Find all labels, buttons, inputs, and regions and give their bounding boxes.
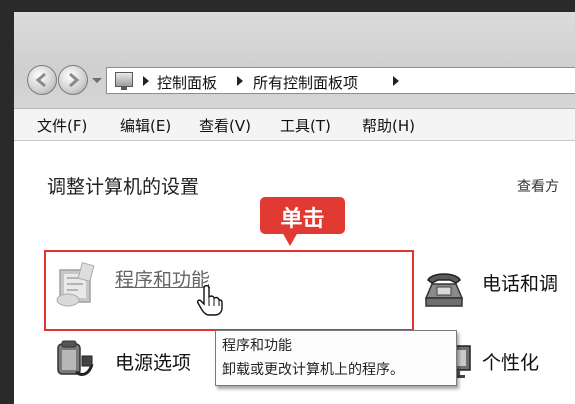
- callout-pointer: [282, 232, 298, 246]
- menu-edit[interactable]: 编辑(E): [120, 115, 171, 136]
- control-panel-icon: [115, 72, 133, 90]
- menu-view[interactable]: 查看(V): [199, 115, 251, 136]
- power-options-link[interactable]: 电源选项: [115, 348, 191, 375]
- tooltip-description: 卸载或更改计算机上的程序。: [222, 362, 404, 378]
- breadcrumb-arrow-icon[interactable]: [143, 76, 149, 86]
- tooltip-title: 程序和功能: [222, 338, 292, 354]
- menu-tools[interactable]: 工具(T): [280, 115, 331, 136]
- phone-and-modem-link[interactable]: 电话和调: [482, 269, 558, 296]
- back-button[interactable]: [27, 65, 57, 95]
- menu-file[interactable]: 文件(F): [37, 115, 87, 136]
- menu-help[interactable]: 帮助(H): [362, 115, 415, 136]
- highlight-box: [44, 250, 414, 331]
- programs-and-features-icon[interactable]: [54, 260, 99, 310]
- page-title: 调整计算机的设置: [47, 176, 200, 198]
- address-bar[interactable]: 控制面板 所有控制面板项: [106, 67, 575, 94]
- phone-and-modem-icon[interactable]: [422, 268, 466, 310]
- breadcrumb-arrow-icon[interactable]: [237, 76, 243, 86]
- breadcrumb-all-items[interactable]: 所有控制面板项: [253, 72, 358, 93]
- click-callout: 单击: [260, 197, 345, 234]
- arrow-right-icon: [69, 72, 80, 88]
- personalization-link[interactable]: 个性化: [482, 348, 539, 375]
- forward-button[interactable]: [58, 65, 88, 95]
- view-by-label[interactable]: 查看方: [517, 176, 559, 196]
- control-panel-window: 控制面板 所有控制面板项 文件(F) 编辑(E) 查看(V) 工具(T) 帮助(…: [14, 12, 575, 404]
- recent-pages-dropdown-icon[interactable]: [92, 78, 102, 83]
- power-options-icon[interactable]: [50, 338, 96, 384]
- arrow-left-icon: [35, 72, 46, 88]
- click-callout-label: 单击: [280, 207, 325, 232]
- hand-pointer-cursor-icon: [197, 284, 223, 316]
- programs-and-features-link[interactable]: 程序和功能: [115, 265, 210, 292]
- tooltip: 程序和功能 卸载或更改计算机上的程序。: [215, 330, 457, 386]
- navigation-bar: 控制面板 所有控制面板项: [14, 12, 575, 108]
- breadcrumb-arrow-icon[interactable]: [393, 76, 399, 86]
- breadcrumb-control-panel[interactable]: 控制面板: [157, 72, 217, 93]
- menu-bar: 文件(F) 编辑(E) 查看(V) 工具(T) 帮助(H): [14, 108, 575, 141]
